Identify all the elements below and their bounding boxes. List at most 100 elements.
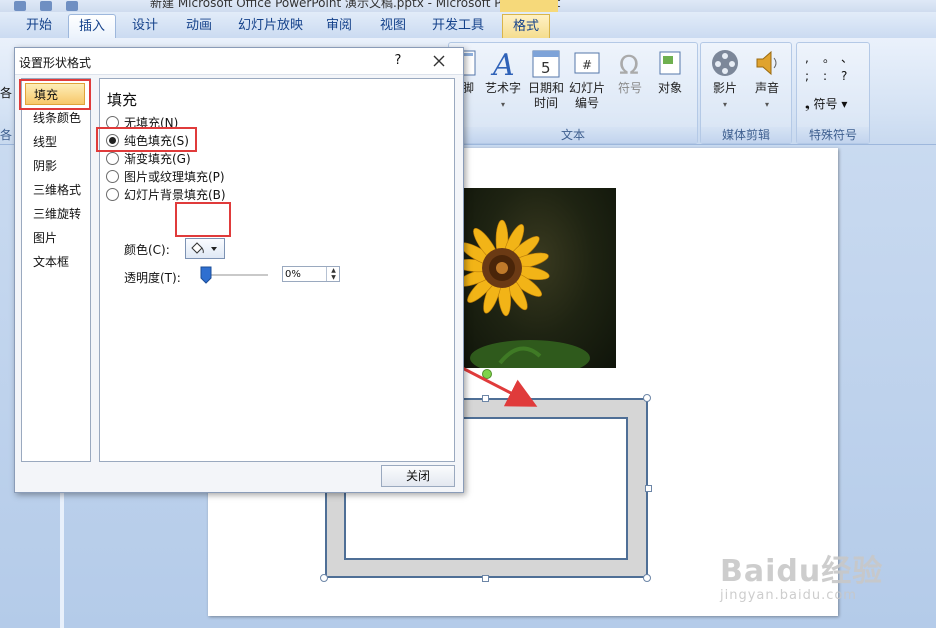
nav-item-3d-rotation[interactable]: 三维旋转 <box>25 203 85 225</box>
sound-label: 声音 <box>754 81 779 95</box>
glyph-semicolon[interactable]: ; <box>805 67 823 85</box>
contextual-tab-header <box>500 0 558 12</box>
window-title: 新建 Microsoft Office PowerPoint 演示文稿.pptx… <box>150 0 561 10</box>
media-group: 影片 ▾ 声音 ▾ 媒体剪辑 <box>700 42 792 144</box>
tab-review[interactable]: 审阅 <box>316 14 362 38</box>
punctuation-glyphs[interactable]: ,。、 ;:? <box>805 49 865 85</box>
sunflower-image[interactable] <box>460 188 616 368</box>
background-fill-label: 幻灯片背景填充(B) <box>124 188 226 202</box>
close-button[interactable]: 关闭 <box>381 465 455 487</box>
transparency-label: 透明度(T): <box>124 271 181 285</box>
film-reel-icon <box>709 47 741 79</box>
nav-item-line-color[interactable]: 线条颜色 <box>25 107 85 129</box>
media-group-label: 媒体剪辑 <box>701 127 791 143</box>
svg-text:5: 5 <box>541 59 551 77</box>
nav-item-text-box[interactable]: 文本框 <box>25 251 85 273</box>
dialog-title-bar[interactable]: 设置形状格式 ? <box>15 48 463 75</box>
date-time-button[interactable]: 5 日期和时间 <box>527 47 565 111</box>
glyph-comma[interactable]: , <box>805 49 823 67</box>
save-icon[interactable] <box>14 1 26 11</box>
wordart-icon: A <box>487 47 519 83</box>
background-fill-option[interactable]: 幻灯片背景填充(B) <box>106 187 226 203</box>
nav-item-shadow[interactable]: 阴影 <box>25 155 85 177</box>
radio-button-selected[interactable] <box>106 134 119 147</box>
ribbon-partial-label-top: 各 <box>0 86 13 100</box>
radio-button[interactable] <box>106 170 119 183</box>
radio-button[interactable] <box>106 152 119 165</box>
object-icon <box>654 47 686 79</box>
tab-view[interactable]: 视图 <box>370 14 416 38</box>
close-icon[interactable] <box>427 50 451 72</box>
speaker-icon <box>751 47 783 79</box>
tab-design[interactable]: 设计 <box>122 14 168 38</box>
dialog-nav: 填充 线条颜色 线型 阴影 三维格式 三维旋转 图片 文本框 <box>21 78 91 462</box>
picture-fill-label: 图片或纹理填充(P) <box>124 170 225 184</box>
radio-button[interactable] <box>106 188 119 201</box>
tab-format[interactable]: 格式 <box>502 14 551 39</box>
watermark: Baidu经验 jingyan.baidu.com <box>720 546 883 603</box>
wordart-button[interactable]: A 艺术字 ▾ <box>483 47 523 112</box>
help-button[interactable]: ? <box>388 51 408 71</box>
resize-handle-bottom-right[interactable] <box>643 574 651 582</box>
picture-fill-option[interactable]: 图片或纹理填充(P) <box>106 169 225 185</box>
rotation-handle[interactable] <box>482 369 492 379</box>
glyph-period[interactable]: 。 <box>823 49 841 67</box>
quick-access-toolbar[interactable] <box>14 0 94 12</box>
transparency-spinner[interactable]: ▲ ▼ <box>326 267 340 281</box>
ribbon-tabs: 开始 插入 设计 动画 幻灯片放映 审阅 视图 开发工具 格式 <box>0 12 936 39</box>
resize-handle-right[interactable] <box>645 485 652 492</box>
chevron-down-icon: ▾ <box>764 100 769 109</box>
tab-insert[interactable]: 插入 <box>68 14 117 39</box>
nav-item-3d-format[interactable]: 三维格式 <box>25 179 85 201</box>
radio-button[interactable] <box>106 116 119 129</box>
svg-text:#: # <box>582 58 592 72</box>
special-symbol-label: 符号 <box>813 97 838 111</box>
title-bar: 新建 Microsoft Office PowerPoint 演示文稿.pptx… <box>0 0 936 12</box>
color-label: 颜色(C): <box>124 243 170 257</box>
spin-up-icon[interactable]: ▲ <box>327 267 340 274</box>
tab-developer[interactable]: 开发工具 <box>422 14 494 38</box>
calendar-icon: 5 <box>530 47 562 79</box>
fill-color-dropdown[interactable] <box>185 238 225 259</box>
nav-item-fill[interactable]: 填充 <box>25 83 85 105</box>
movie-button[interactable]: 影片 ▾ <box>705 47 745 112</box>
resize-handle-top-right[interactable] <box>643 394 651 402</box>
tab-slideshow[interactable]: 幻灯片放映 <box>228 14 313 38</box>
movie-label: 影片 <box>712 81 737 95</box>
symbol-button[interactable]: Ω 符号 <box>613 47 647 96</box>
panel-title: 填充 <box>107 91 138 109</box>
chevron-down-icon <box>211 247 217 251</box>
resize-handle-bottom[interactable] <box>482 575 489 582</box>
sound-button[interactable]: 声音 ▾ <box>747 47 787 112</box>
splitter[interactable] <box>60 480 64 628</box>
svg-text:Ω: Ω <box>619 51 639 79</box>
no-fill-option[interactable]: 无填充(N) <box>106 115 178 131</box>
undo-icon[interactable] <box>40 1 52 11</box>
special-symbol-button[interactable]: ❟ 符号 ▾ <box>805 95 847 112</box>
omega-icon: Ω <box>614 47 646 81</box>
redo-icon[interactable] <box>66 1 78 11</box>
text-group: 脚 A 艺术字 ▾ 5 日期和时间 # 幻灯片编号 Ω 符号 对象 文本 <box>448 42 698 144</box>
tab-animation[interactable]: 动画 <box>176 14 222 38</box>
sunflower-icon <box>460 219 590 368</box>
tab-home[interactable]: 开始 <box>16 14 62 38</box>
transparency-slider-thumb[interactable] <box>200 266 212 284</box>
special-symbol-group: ,。、 ;:? ❟ 符号 ▾ 特殊符号 <box>796 42 870 144</box>
spin-down-icon[interactable]: ▼ <box>327 274 340 281</box>
resize-handle-bottom-left[interactable] <box>320 574 328 582</box>
nav-item-picture[interactable]: 图片 <box>25 227 85 249</box>
nav-item-line-style[interactable]: 线型 <box>25 131 85 153</box>
glyph-enumeration-comma[interactable]: 、 <box>841 49 859 67</box>
watermark-url: jingyan.baidu.com <box>720 588 857 603</box>
transparency-slider-track[interactable] <box>204 274 268 276</box>
object-button[interactable]: 对象 <box>653 47 687 96</box>
gradient-fill-option[interactable]: 渐变填充(G) <box>106 151 191 167</box>
transparency-value: 0% <box>285 269 301 280</box>
date-time-label: 日期和时间 <box>528 81 565 110</box>
glyph-colon[interactable]: : <box>823 67 841 85</box>
object-label: 对象 <box>657 81 682 95</box>
solid-fill-option[interactable]: 纯色填充(S) <box>106 133 189 149</box>
slide-number-button[interactable]: # 幻灯片编号 <box>567 47 607 111</box>
glyph-question[interactable]: ? <box>841 67 859 85</box>
resize-handle-top[interactable] <box>482 395 489 402</box>
